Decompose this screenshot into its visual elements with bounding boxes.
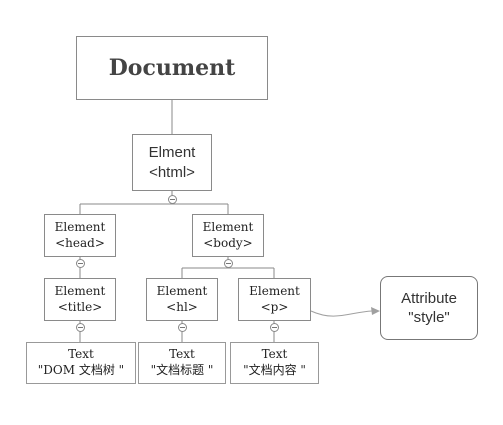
node-head-type: Element [54, 219, 106, 234]
node-p[interactable]: Element <p> [238, 278, 311, 321]
node-body[interactable]: Element <body> [192, 214, 264, 257]
node-html-type: Elment [148, 144, 196, 161]
node-body-type: Element [202, 219, 254, 234]
node-text-title-type: Text [169, 347, 195, 362]
node-html-tag: <html> [149, 163, 195, 181]
link-p-attribute [310, 310, 373, 317]
node-document[interactable]: Document [76, 36, 268, 100]
node-text-content-value: "文档内容 " [243, 363, 306, 377]
node-head[interactable]: Element <head> [44, 214, 116, 257]
node-text-dom-type: Text [68, 347, 94, 362]
collapse-minus-icon[interactable] [224, 259, 233, 268]
node-title[interactable]: Element <title> [44, 278, 116, 321]
node-h1[interactable]: Element <hl> [146, 278, 218, 321]
collapse-minus-icon[interactable] [168, 195, 177, 204]
node-text-title[interactable]: Text "文档标题 " [138, 342, 226, 384]
node-h1-tag: <hl> [166, 299, 198, 314]
node-body-tag: <body> [203, 235, 253, 250]
collapse-minus-icon[interactable] [178, 323, 187, 332]
collapse-minus-icon[interactable] [76, 259, 85, 268]
node-html[interactable]: Elment <html> [132, 134, 212, 191]
node-title-tag: <title> [57, 299, 103, 314]
collapse-minus-icon[interactable] [76, 323, 85, 332]
node-p-tag: <p> [260, 299, 289, 314]
node-text-dom-value: "DOM 文档树 " [37, 363, 125, 377]
node-h1-type: Element [156, 283, 208, 298]
node-document-label: Document [108, 54, 236, 81]
node-attribute-value: "style" [408, 309, 450, 326]
node-text-dom[interactable]: Text "DOM 文档树 " [26, 342, 136, 384]
node-attribute[interactable]: Attribute "style" [380, 276, 478, 340]
arrowhead-icon [371, 307, 380, 315]
node-title-type: Element [54, 283, 106, 298]
collapse-minus-icon[interactable] [270, 323, 279, 332]
node-text-content[interactable]: Text "文档内容 " [230, 342, 319, 384]
node-text-content-type: Text [261, 347, 288, 362]
node-attribute-type: Attribute [401, 289, 457, 307]
node-head-tag: <head> [55, 235, 105, 250]
node-p-type: Element [249, 283, 300, 298]
node-text-title-value: "文档标题 " [150, 363, 214, 377]
